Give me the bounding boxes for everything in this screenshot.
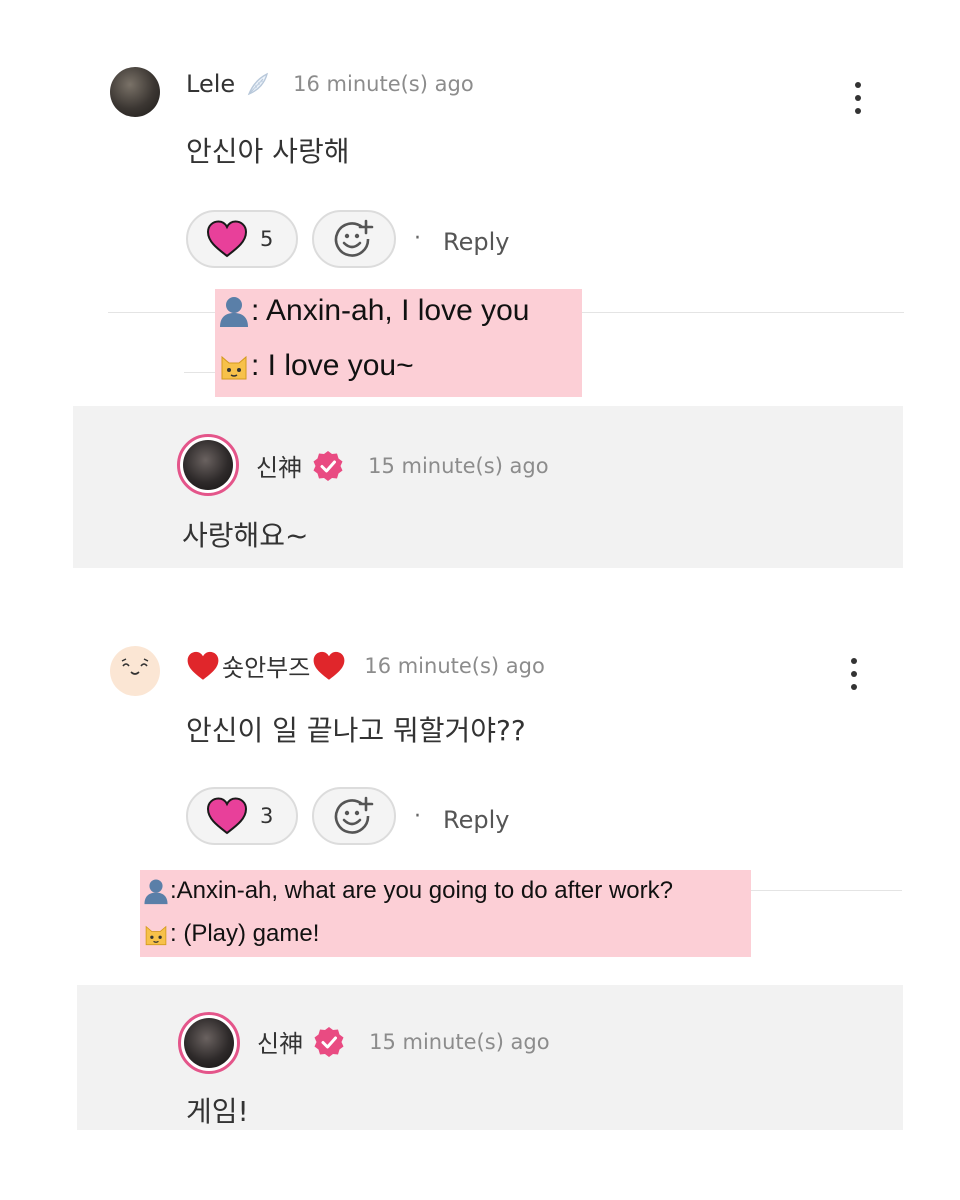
translation-overlay: : Anxin-ah, I love you : I love you~ — [215, 289, 582, 397]
translation-line: :Anxin-ah, what are you going to do afte… — [170, 877, 673, 904]
like-count: 3 — [260, 804, 274, 828]
like-count: 5 — [260, 227, 274, 251]
verified-badge-icon — [313, 450, 343, 481]
comment-text: 안신아 사랑해 — [186, 135, 350, 168]
add-reaction-button[interactable] — [312, 210, 396, 268]
cat-face-icon — [145, 925, 167, 946]
reply-text: 게임! — [186, 1095, 249, 1128]
commenter-name[interactable]: 숏안부즈 — [222, 648, 310, 683]
comment-timestamp: 16 minute(s) ago — [293, 72, 474, 96]
commenter-avatar[interactable] — [110, 646, 160, 696]
reply-avatar[interactable] — [177, 434, 239, 496]
like-button[interactable]: 5 — [186, 210, 298, 268]
translation-line: : I love you~ — [251, 349, 414, 382]
comment-text: 안신이 일 끝나고 뭐할거야?? — [186, 714, 526, 747]
translation-line: : (Play) game! — [170, 920, 320, 947]
separator-dot: · — [414, 226, 421, 251]
comment-timestamp: 16 minute(s) ago — [364, 653, 545, 678]
more-vertical-icon[interactable] — [843, 78, 873, 118]
translation-line: : Anxin-ah, I love you — [251, 294, 530, 327]
reply-button[interactable]: Reply — [443, 228, 509, 256]
cat-face-icon — [221, 355, 247, 380]
reply-author-name[interactable]: 신神 — [256, 448, 302, 483]
separator-dot: · — [414, 804, 421, 829]
reply-author-name[interactable]: 신神 — [257, 1024, 303, 1059]
reply-avatar[interactable] — [178, 1012, 240, 1074]
add-reaction-icon — [334, 796, 374, 834]
add-reaction-icon — [334, 219, 374, 257]
red-heart-icon — [187, 651, 219, 680]
translation-overlay: :Anxin-ah, what are you going to do afte… — [140, 870, 751, 957]
heart-icon — [206, 220, 248, 258]
like-button[interactable]: 3 — [186, 787, 298, 845]
person-icon — [144, 879, 168, 905]
reply-timestamp: 15 minute(s) ago — [368, 453, 549, 478]
reply-timestamp: 15 minute(s) ago — [369, 1029, 550, 1054]
reply-text: 사랑해요~ — [182, 519, 309, 552]
more-vertical-icon[interactable] — [839, 654, 869, 694]
person-icon — [220, 297, 248, 327]
heart-icon — [206, 797, 248, 835]
commenter-name[interactable]: Lele — [186, 70, 235, 98]
feather-icon — [243, 70, 271, 98]
verified-badge-icon — [314, 1026, 344, 1057]
add-reaction-button[interactable] — [312, 787, 396, 845]
reply-button[interactable]: Reply — [443, 806, 509, 834]
commenter-avatar[interactable] — [110, 67, 160, 117]
red-heart-icon — [313, 651, 345, 680]
